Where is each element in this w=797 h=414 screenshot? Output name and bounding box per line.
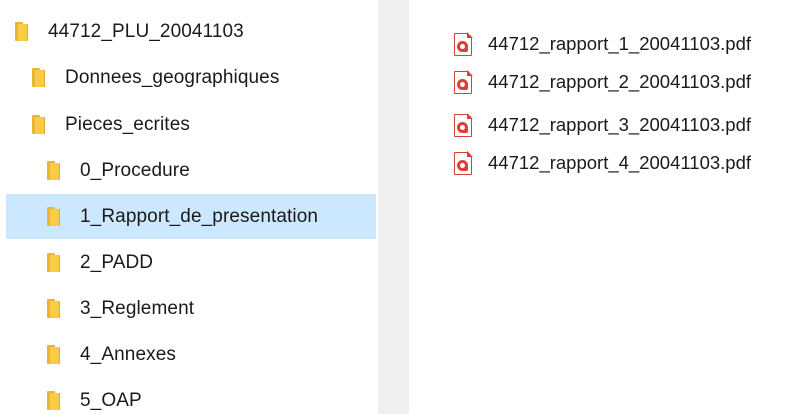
file-item[interactable]: 44712_rapport_1_20041103.pdf	[454, 25, 751, 63]
pdf-file-icon	[454, 113, 473, 137]
tree-item-donnees-geographiques[interactable]: Donnees_geographiques	[6, 55, 376, 100]
tree-item-label: Pieces_ecrites	[65, 114, 190, 135]
tree-item-2-padd[interactable]: 2_PADD	[6, 240, 376, 285]
file-name: 44712_rapport_2_20041103.pdf	[488, 71, 752, 92]
tree-item-label: 44712_PLU_20041103	[48, 21, 244, 42]
tree-item-4-annexes[interactable]: 4_Annexes	[6, 332, 376, 377]
tree-item-label: 5_OAP	[80, 390, 142, 411]
file-list-pane: 44712_rapport_1_20041103.pdf 44712_rappo…	[409, 0, 797, 414]
tree-item-label: 4_Annexes	[80, 344, 176, 365]
folder-icon	[32, 68, 45, 87]
file-name: 44712_rapport_4_20041103.pdf	[488, 152, 752, 173]
folder-icon	[47, 207, 60, 226]
folder-icon	[47, 391, 60, 410]
file-item[interactable]: 44712_rapport_2_20041103.pdf	[454, 63, 751, 101]
tree-item-44712-plu[interactable]: 44712_PLU_20041103	[6, 9, 376, 54]
folder-icon	[47, 253, 60, 272]
tree-item-label: Donnees_geographiques	[65, 67, 280, 88]
tree-item-label: 3_Reglement	[80, 298, 195, 319]
folder-icon	[15, 22, 28, 41]
pane-splitter[interactable]	[378, 0, 409, 414]
folder-icon	[47, 345, 60, 364]
tree-item-label: 2_PADD	[80, 252, 154, 273]
folder-icon	[47, 299, 60, 318]
file-item[interactable]: 44712_rapport_3_20041103.pdf	[454, 106, 751, 144]
pdf-file-icon	[454, 151, 473, 175]
pdf-file-icon	[454, 70, 473, 94]
file-name: 44712_rapport_3_20041103.pdf	[488, 114, 752, 135]
tree-item-5-oap[interactable]: 5_OAP	[6, 378, 376, 414]
tree-item-1-rapport-de-presentation[interactable]: 1_Rapport_de_presentation	[6, 194, 376, 239]
file-name: 44712_rapport_1_20041103.pdf	[488, 33, 752, 54]
file-explorer-window: 44712_PLU_20041103 Donnees_geographiques…	[0, 0, 797, 414]
tree-item-0-procedure[interactable]: 0_Procedure	[6, 148, 376, 193]
tree-item-label: 1_Rapport_de_presentation	[80, 206, 319, 227]
folder-icon	[47, 161, 60, 180]
tree-item-pieces-ecrites[interactable]: Pieces_ecrites	[6, 102, 376, 147]
folder-tree-pane: 44712_PLU_20041103 Donnees_geographiques…	[0, 0, 378, 414]
tree-item-label: 0_Procedure	[80, 160, 190, 181]
pdf-file-icon	[454, 32, 473, 56]
folder-icon	[32, 115, 45, 134]
tree-item-3-reglement[interactable]: 3_Reglement	[6, 286, 376, 331]
file-item[interactable]: 44712_rapport_4_20041103.pdf	[454, 144, 751, 182]
